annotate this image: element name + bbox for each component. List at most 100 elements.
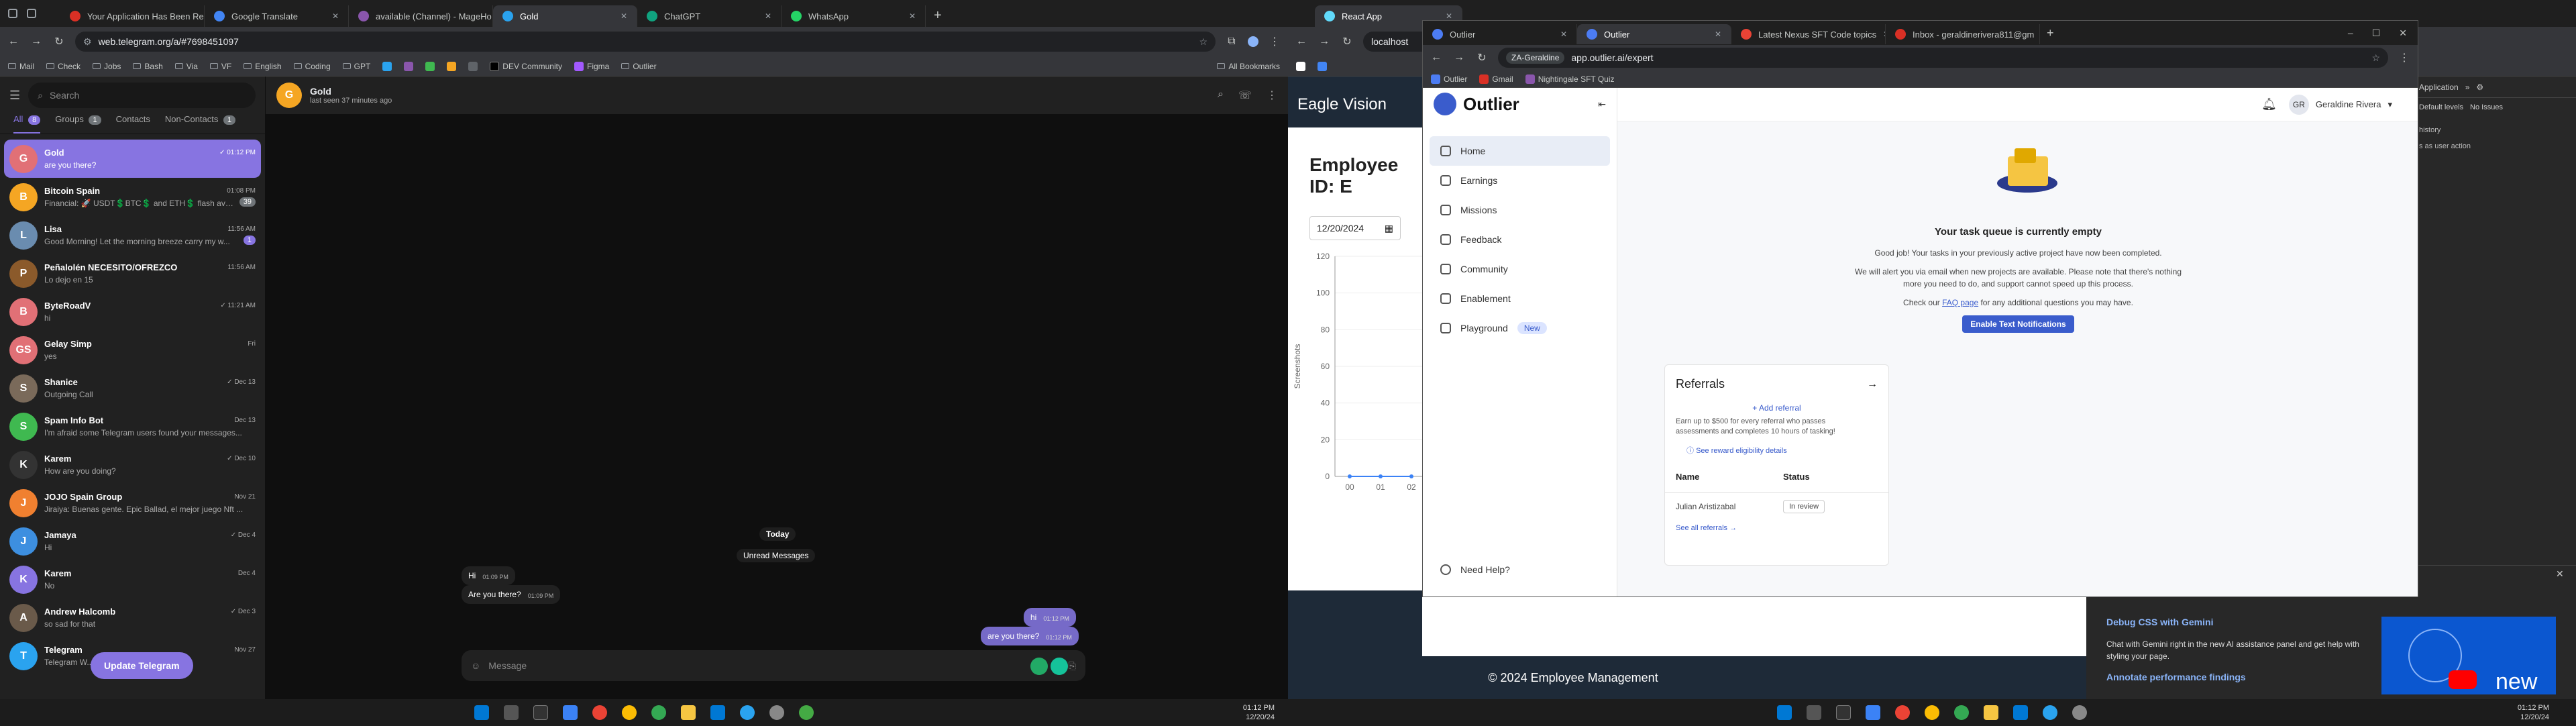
- grammarly-icon[interactable]: [1051, 658, 1068, 675]
- app-icon[interactable]: [563, 705, 578, 720]
- bookmark-check[interactable]: Check: [46, 62, 80, 71]
- profile-chip[interactable]: ZA-Geraldine: [1506, 52, 1565, 64]
- chat-list-item[interactable]: J Jamaya ✓ Dec 4 Hi: [4, 522, 261, 560]
- bookmark-star-icon[interactable]: ☆: [1199, 36, 1208, 48]
- chrome-icon[interactable]: [592, 705, 607, 720]
- close-icon[interactable]: ✕: [1560, 30, 1567, 39]
- bookmark-outlier[interactable]: Outlier: [1431, 74, 1467, 84]
- search-icon[interactable]: [504, 705, 519, 720]
- collapse-sidebar-icon[interactable]: ⇤: [1598, 99, 1606, 110]
- faq-link[interactable]: FAQ page: [1942, 298, 1978, 307]
- gemini-title[interactable]: Debug CSS with Gemini: [2106, 617, 2213, 627]
- nav-community[interactable]: Community: [1430, 254, 1610, 284]
- chrome-profile-icon[interactable]: [1954, 705, 1969, 720]
- search-icon[interactable]: ⌕: [1218, 89, 1224, 102]
- chrome-profile-icon[interactable]: [1925, 705, 1939, 720]
- bookmark-vf[interactable]: VF: [209, 62, 231, 71]
- chat-list-item[interactable]: GS Gelay Simp Fri yes: [4, 331, 261, 369]
- message-incoming[interactable]: Are you there? 01:09 PM: [462, 585, 561, 604]
- nav-enablement[interactable]: Enablement: [1430, 284, 1610, 313]
- nav-earnings[interactable]: Earnings: [1430, 166, 1610, 195]
- back-icon[interactable]: ←: [1430, 52, 1443, 64]
- tab-search-icon[interactable]: [8, 9, 17, 18]
- nav-feedback[interactable]: Feedback: [1430, 225, 1610, 254]
- site-info-icon[interactable]: ⚙: [83, 36, 92, 48]
- bookmark-figma[interactable]: Figma: [574, 61, 609, 71]
- bookmark-mail[interactable]: Mail: [8, 62, 34, 71]
- chat-list-item[interactable]: L Lisa 11:56 AM Good Morning! Let the morni…: [4, 216, 261, 254]
- calendar-icon[interactable]: ▦: [1385, 223, 1393, 234]
- nav-home[interactable]: Home: [1430, 136, 1610, 166]
- bookmark-gmail[interactable]: Gmail: [1479, 74, 1513, 84]
- tab-all[interactable]: All 8: [13, 114, 41, 134]
- date-input[interactable]: 12/20/2024 ▦: [1309, 216, 1401, 240]
- bookmark-icon-4[interactable]: [447, 61, 457, 71]
- more-icon[interactable]: ⋮: [1267, 89, 1277, 102]
- file-explorer-icon[interactable]: [1984, 705, 1998, 720]
- chat-list-item[interactable]: B Bitcoin Spain 01:08 PM Financial: 🚀 USDT💲…: [4, 178, 261, 216]
- forward-icon[interactable]: →: [30, 36, 43, 48]
- chat-header[interactable]: G Gold last seen 37 minutes ago ⌕ ☏ ⋮: [266, 76, 1288, 114]
- bookmark-bash[interactable]: Bash: [133, 62, 163, 71]
- close-icon[interactable]: ✕: [332, 11, 339, 21]
- search-icon[interactable]: [1807, 705, 1821, 720]
- task-view-icon[interactable]: [1836, 705, 1851, 720]
- chat-list-item[interactable]: J JOJO Spain Group Nov 21 Jiraiya: Buenas g…: [4, 484, 261, 522]
- message-outgoing[interactable]: are you there? 01:12 PM: [981, 627, 1079, 645]
- reload-icon[interactable]: ↻: [52, 35, 66, 48]
- tab-outlier-1[interactable]: Outlier ✕: [1423, 24, 1577, 44]
- tab-outlier-2[interactable]: Outlier ✕: [1577, 24, 1731, 44]
- start-icon[interactable]: [474, 705, 489, 720]
- close-icon[interactable]: ✕: [1715, 30, 1721, 39]
- telegram-icon[interactable]: [2043, 705, 2057, 720]
- levels-select[interactable]: Default levels: [2419, 103, 2463, 111]
- play-icon[interactable]: [2449, 670, 2477, 689]
- all-bookmarks[interactable]: All Bookmarks: [1217, 62, 1280, 71]
- menu-icon[interactable]: ⋮: [2398, 51, 2411, 64]
- reload-icon[interactable]: ↻: [1475, 51, 1489, 64]
- add-referral-button[interactable]: + Add referral: [1665, 403, 1888, 413]
- chrome-profile-icon[interactable]: [651, 705, 666, 720]
- annotate-link[interactable]: Annotate performance findings: [2106, 672, 2246, 682]
- chat-list-item[interactable]: G Gold ✓ 01:12 PM are you there?: [4, 140, 261, 178]
- chat-list-item[interactable]: B ByteRoadV ✓ 11:21 AM hi: [4, 293, 261, 331]
- bookmark-gpt[interactable]: GPT: [342, 62, 370, 71]
- bookmark-outlier[interactable]: Outlier: [621, 62, 657, 71]
- data-point[interactable]: [1379, 474, 1383, 478]
- message-incoming[interactable]: Hi 01:09 PM: [462, 566, 515, 585]
- bookmark-coding[interactable]: Coding: [293, 62, 331, 71]
- bookmark-icon-5[interactable]: [468, 61, 478, 71]
- message-outgoing[interactable]: hi 01:12 PM: [1024, 608, 1076, 627]
- menu-icon[interactable]: ⋮: [1268, 35, 1281, 48]
- close-icon[interactable]: ✕: [621, 11, 627, 21]
- extension-overlay[interactable]: [1030, 658, 1071, 678]
- left-address-bar[interactable]: ⚙ web.telegram.org/a/#7698451097 ☆: [75, 32, 1216, 52]
- tab-inbox[interactable]: Inbox - geraldinerivera811@gm✕: [1886, 24, 2040, 44]
- phone-icon[interactable]: ☏: [1238, 89, 1252, 102]
- emoji-icon[interactable]: ☺: [471, 660, 480, 671]
- profile-avatar[interactable]: [1248, 36, 1258, 47]
- hamburger-menu-icon[interactable]: ☰: [9, 89, 20, 103]
- issues-link[interactable]: No Issues: [2470, 103, 2503, 111]
- chrome-profile-icon[interactable]: [622, 705, 637, 720]
- maximize-icon[interactable]: ☐: [2372, 28, 2381, 39]
- search-input[interactable]: ⌕ Search: [28, 83, 256, 108]
- start-icon[interactable]: [1777, 705, 1792, 720]
- task-view-icon[interactable]: [533, 705, 548, 720]
- notification-bell-icon[interactable]: 🔔︎: [2261, 97, 2277, 111]
- bookmark-icon-3[interactable]: [425, 61, 435, 71]
- need-help-button[interactable]: Need Help?: [1430, 555, 1611, 584]
- tab-gold[interactable]: Gold ✕: [493, 5, 637, 27]
- tab-application[interactable]: Your Application Has Been Rec✕: [60, 5, 205, 27]
- data-point[interactable]: [1409, 474, 1413, 478]
- bookmark-via[interactable]: Via: [174, 62, 198, 71]
- file-explorer-icon[interactable]: [681, 705, 696, 720]
- chat-list-item[interactable]: S Spam Info Bot Dec 13 I'm afraid some Tele…: [4, 407, 261, 446]
- back-icon[interactable]: ←: [7, 36, 20, 48]
- close-icon[interactable]: ✕: [1446, 11, 1452, 21]
- tab-mageho[interactable]: available (Channel) - MageHo✕: [349, 5, 493, 27]
- minimize-icon[interactable]: –: [2348, 28, 2353, 39]
- data-point[interactable]: [1348, 474, 1352, 478]
- chrome-icon[interactable]: [1895, 705, 1910, 720]
- forward-icon[interactable]: →: [1452, 52, 1466, 64]
